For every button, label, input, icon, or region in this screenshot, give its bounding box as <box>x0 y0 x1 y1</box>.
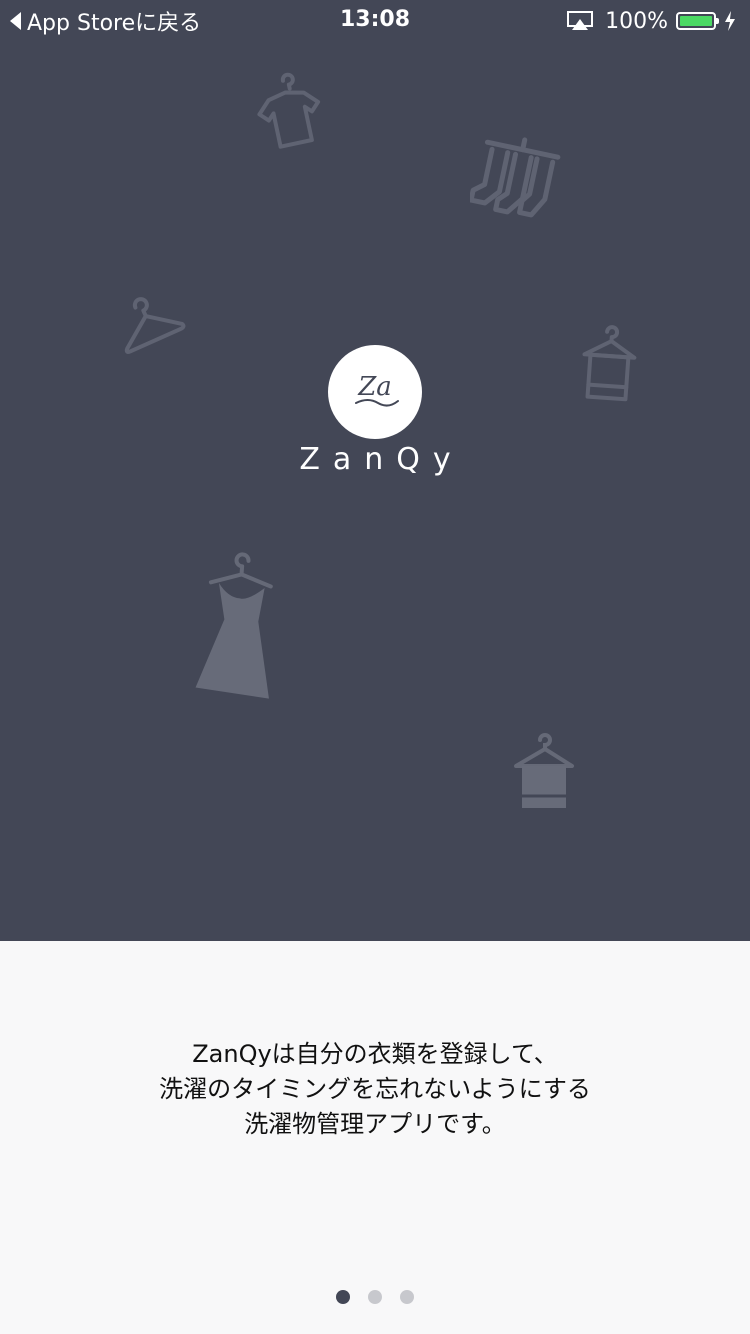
description-line: ZanQyは自分の衣類を登録して、 <box>192 1040 558 1068</box>
battery-percentage: 100% <box>605 8 668 34</box>
page-indicator <box>0 1290 750 1304</box>
app-name: ZanQy <box>299 442 464 477</box>
page-dot-2[interactable] <box>368 1290 382 1304</box>
charging-bolt-icon <box>725 11 735 31</box>
description-line: 洗濯のタイミングを忘れないようにする <box>159 1075 591 1103</box>
app-logo: Za <box>328 345 422 439</box>
towel-hanger-icon <box>582 325 637 402</box>
airplay-icon <box>567 11 594 30</box>
status-bar: App Storeに戻る 13:08 100% <box>0 0 750 40</box>
battery-level-fill <box>680 16 712 26</box>
onboarding-description: ZanQyは自分の衣類を登録して、 洗濯のタイミングを忘れないようにする 洗濯物… <box>0 1037 750 1142</box>
tshirt-icon <box>257 72 321 149</box>
page-dot-3[interactable] <box>400 1290 414 1304</box>
logo-mark: Za <box>355 372 399 407</box>
svg-text:Za: Za <box>357 372 392 402</box>
page-dot-1[interactable] <box>336 1290 350 1304</box>
socks-hanger-icon <box>470 137 561 218</box>
hanger-icon <box>124 297 186 354</box>
dress-icon <box>195 552 273 699</box>
battery-icon <box>676 12 719 30</box>
towel-hanger-icon <box>514 733 574 808</box>
splash-hero: App Storeに戻る 13:08 100% Za ZanQy <box>0 0 750 941</box>
status-right: 100% <box>567 7 736 35</box>
description-line: 洗濯物管理アプリです。 <box>244 1110 506 1138</box>
onboarding-panel: ZanQyは自分の衣類を登録して、 洗濯のタイミングを忘れないようにする 洗濯物… <box>0 941 750 1334</box>
